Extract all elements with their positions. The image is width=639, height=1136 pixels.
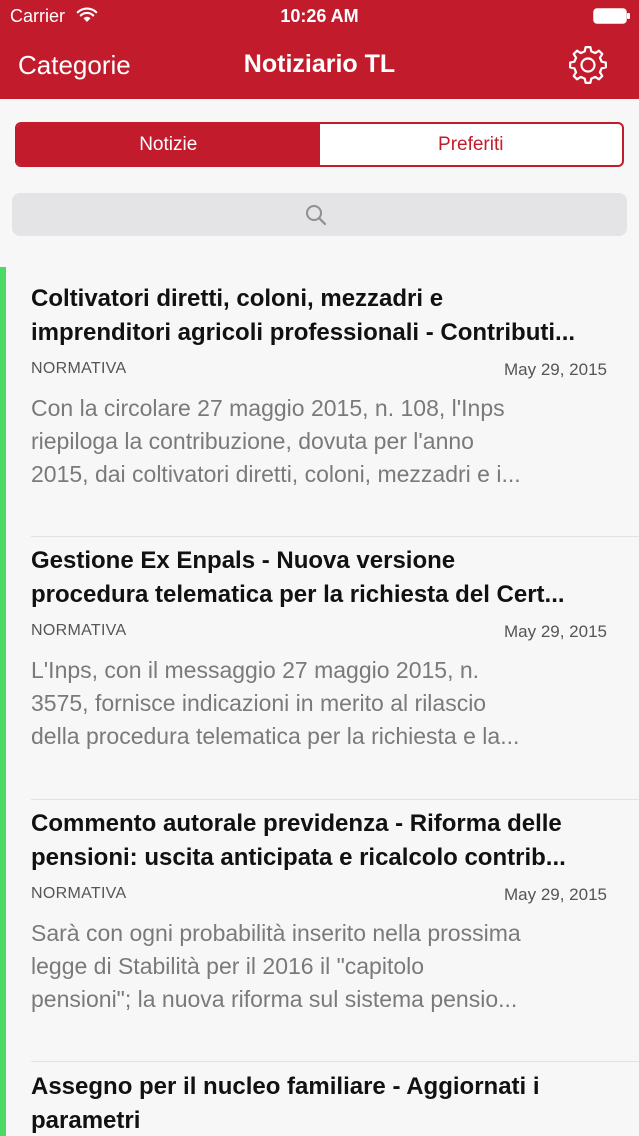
article-category: NORMATIVA [31,885,127,902]
article-date: May 29, 2015 [503,360,607,379]
list-item[interactable]: Commento autorale previdenza - Riforma d… [31,807,611,1016]
article-title: Commento autorale previdenza - Riforma d… [31,810,566,871]
list-item[interactable]: Assegno per il nucleo familiare - Aggior… [31,1070,611,1136]
search-icon [306,205,327,226]
gear-icon[interactable] [566,43,610,87]
page-title: Notiziario TL [243,50,396,78]
divider [31,536,639,537]
article-excerpt: Sarà con ogni probabilità inserito nella… [31,920,521,1012]
article-title: Gestione Ex Enpals - Nuova versione proc… [31,547,565,608]
list-item[interactable]: Coltivatori diretti, coloni, mezzadri e … [31,282,611,491]
status-time: 10:26 AM [280,6,359,26]
battery-icon [593,8,630,24]
news-list: Coltivatori diretti, coloni, mezzadri e … [0,267,639,1136]
article-excerpt: L'Inps, con il messaggio 27 maggio 2015,… [31,657,520,749]
divider [31,799,639,800]
article-title: Coltivatori diretti, coloni, mezzadri e … [31,285,576,346]
article-category: NORMATIVA [31,622,127,639]
navigation-header: Carrier 10:26 AM Categorie Notiziario TL [0,0,639,99]
selection-indicator [0,267,6,1136]
article-date: May 29, 2015 [503,885,607,904]
search-bar[interactable] [12,193,627,236]
tab-notizie[interactable]: Notizie [17,124,320,165]
article-category: NORMATIVA [31,360,127,377]
tab-preferiti[interactable]: Preferiti [320,124,623,165]
divider [31,1061,639,1062]
list-item[interactable]: Gestione Ex Enpals - Nuova versione proc… [31,544,611,753]
status-bar: Carrier 10:26 AM [0,0,639,32]
article-date: May 29, 2015 [503,622,607,641]
article-excerpt: Con la circolare 27 maggio 2015, n. 108,… [31,395,521,487]
article-title: Assegno per il nucleo familiare - Aggior… [31,1073,540,1134]
segmented-control: Notizie Preferiti [15,122,624,167]
